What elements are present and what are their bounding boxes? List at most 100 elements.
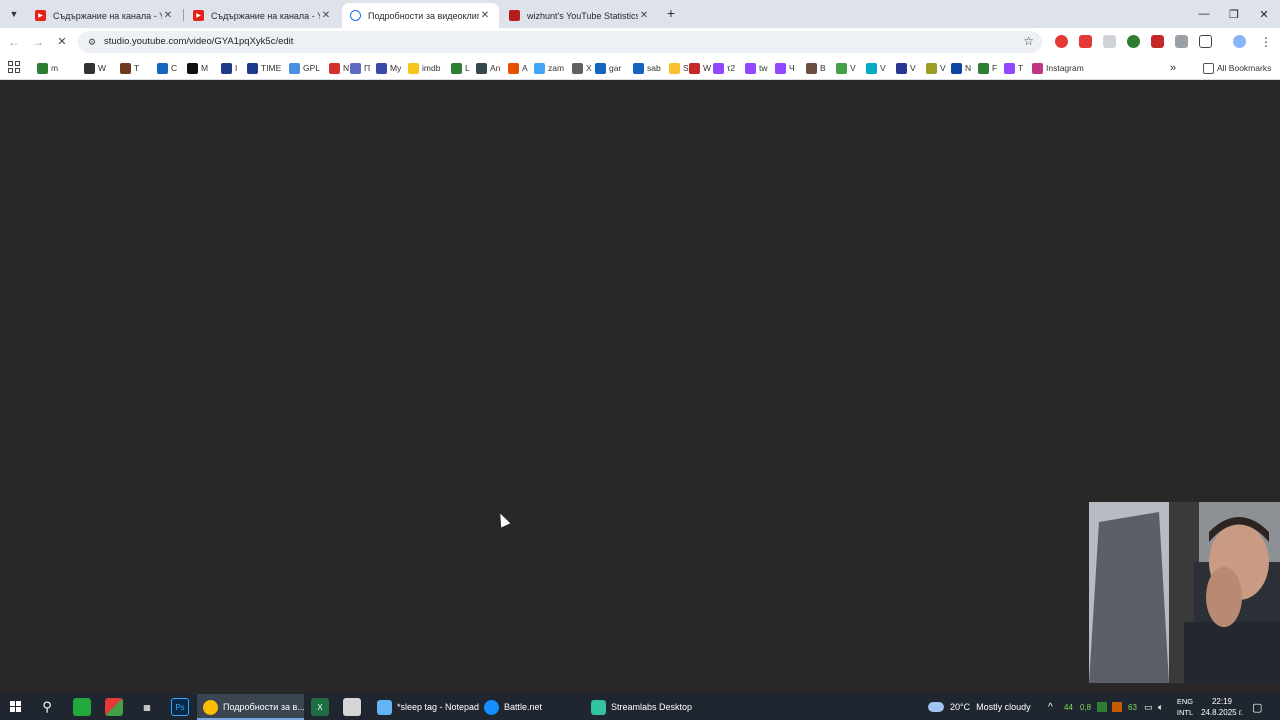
menu-kebab-icon[interactable]: ⋮	[1257, 33, 1275, 51]
bookmark-item[interactable]: X	[572, 60, 592, 76]
bookmark-item[interactable]: W	[689, 60, 711, 76]
tab-1[interactable]: ▶ Съдържание на канала - YouT ✕	[27, 3, 182, 28]
language-indicator[interactable]: ENG INTL	[1174, 696, 1196, 718]
weather-widget[interactable]: 20°C Mostly cloudy	[928, 694, 1031, 720]
extension-icon[interactable]	[1151, 35, 1164, 48]
bookmark-item[interactable]: imdb	[408, 60, 440, 76]
bookmark-item[interactable]: V	[926, 60, 946, 76]
bookmark-item[interactable]: N	[329, 60, 349, 76]
profile-avatar[interactable]	[1233, 35, 1246, 48]
taskbar-app-chrome[interactable]: Подробности за в...	[197, 694, 305, 720]
bookmarks-overflow-button[interactable]: »	[1170, 60, 1176, 76]
bookmark-item[interactable]: TIME	[247, 60, 281, 76]
url-text[interactable]: studio.youtube.com/video/GYA1pqXyk5c/edi…	[104, 36, 293, 47]
bookmark-item[interactable]: П	[350, 60, 370, 76]
bookmark-item[interactable]: N	[951, 60, 971, 76]
bookmark-item[interactable]: A	[508, 60, 528, 76]
taskbar-app-label: *sleep tag - Notepad	[397, 702, 480, 712]
bookmark-item[interactable]: GPL	[289, 60, 320, 76]
bookmark-label: X	[586, 63, 592, 73]
extension-icon[interactable]	[1127, 35, 1140, 48]
bookmark-label: N	[965, 63, 972, 73]
bookmark-label: B	[820, 63, 826, 73]
bookmark-item[interactable]: gar	[595, 60, 621, 76]
streamlabs-icon	[591, 699, 606, 715]
notifications-icon[interactable]: ▢	[1252, 694, 1262, 720]
extension-icon[interactable]	[1103, 35, 1116, 48]
notepad-plain-icon[interactable]	[343, 698, 361, 716]
bookmark-item[interactable]: Instagram	[1032, 60, 1084, 76]
close-tab-icon[interactable]: ✕	[320, 10, 332, 21]
bookmark-item[interactable]: Ч	[775, 60, 795, 76]
network-icon[interactable]: ▭	[1144, 694, 1153, 720]
volume-icon[interactable]: 🔈︎	[1158, 694, 1163, 720]
youtube-studio-icon: ▶	[35, 10, 46, 21]
bookmark-item[interactable]: An	[476, 60, 500, 76]
apps-grid-icon[interactable]	[8, 61, 20, 73]
bookmark-item[interactable]: τ2	[713, 60, 735, 76]
bookmark-item[interactable]: F	[978, 60, 997, 76]
bookmark-item[interactable]: V	[866, 60, 886, 76]
bookmark-item[interactable]: W	[84, 60, 106, 76]
bookmark-item[interactable]: m	[37, 60, 58, 76]
bookmark-item[interactable]: sab	[633, 60, 661, 76]
bookmark-item[interactable]: T	[1004, 60, 1023, 76]
gpu-monitor-icon[interactable]	[1097, 694, 1107, 720]
shield-icon[interactable]	[1175, 35, 1188, 48]
notepad-icon	[377, 699, 392, 715]
close-tab-icon[interactable]: ✕	[162, 10, 174, 21]
photoshop-app-icon[interactable]: Ps	[171, 698, 189, 716]
close-window-button[interactable]: ✕	[1248, 0, 1280, 28]
all-bookmarks-label: All Bookmarks	[1217, 63, 1272, 73]
excel-app-icon[interactable]: X	[311, 698, 329, 716]
cpu-monitor-icon[interactable]	[1112, 694, 1122, 720]
cs-app-icon[interactable]	[73, 698, 91, 716]
bookmark-item[interactable]: V	[836, 60, 856, 76]
weather-condition: Mostly cloudy	[976, 702, 1031, 712]
extensions-puzzle-icon[interactable]	[1199, 35, 1212, 48]
bookmark-item[interactable]: T	[120, 60, 139, 76]
opera-extension-icon[interactable]	[1055, 35, 1068, 48]
minimize-button[interactable]: —	[1188, 0, 1220, 28]
store-app-icon[interactable]	[105, 698, 123, 716]
taskbar-app-battlenet[interactable]: Battle.net	[478, 694, 580, 720]
back-button[interactable]: ←	[5, 33, 23, 51]
bookmark-item[interactable]: tw	[745, 60, 768, 76]
bookmark-item[interactable]: V	[896, 60, 916, 76]
bookmark-favicon-icon	[289, 62, 300, 74]
bookmark-item[interactable]: zam	[534, 60, 564, 76]
bookmark-item[interactable]: C	[157, 60, 177, 76]
close-tab-icon[interactable]: ✕	[479, 10, 491, 21]
taskbar-app-streamlabs[interactable]: Streamlabs Desktop	[585, 694, 692, 720]
tab-search-button[interactable]: ▼	[5, 5, 23, 23]
forward-button[interactable]: →	[29, 33, 47, 51]
search-icon[interactable]: ⚲	[38, 698, 56, 716]
tab-3-active[interactable]: Подробности за видеоклипа ✕	[342, 3, 499, 28]
clapper-app-icon[interactable]: ▦	[138, 698, 156, 716]
tab-4[interactable]: wizhunt's YouTube Statistics - S ✕	[501, 3, 658, 28]
bookmark-item[interactable]: My	[376, 60, 401, 76]
stop-loading-button[interactable]: ✕	[53, 33, 71, 51]
taskbar-app-notepad[interactable]: *sleep tag - Notepad	[371, 694, 480, 720]
show-hidden-icons-button[interactable]: ^	[1048, 694, 1053, 720]
bookmark-label: П	[364, 63, 371, 73]
loading-spinner-icon	[350, 10, 361, 21]
windows-start-icon[interactable]	[7, 698, 25, 716]
bookmark-item[interactable]: I	[221, 60, 237, 76]
all-bookmarks-button[interactable]: All Bookmarks	[1203, 60, 1271, 76]
bookmark-item[interactable]: B	[806, 60, 826, 76]
bookmark-star-icon[interactable]: ☆	[1023, 34, 1034, 48]
bookmark-item[interactable]: S	[669, 60, 689, 76]
bookmark-favicon-icon	[408, 62, 419, 74]
cloudy-weather-icon	[928, 702, 944, 712]
system-clock[interactable]: 22:19 24.8.2025 г.	[1198, 696, 1246, 718]
bookmark-item[interactable]: L	[451, 60, 470, 76]
tab-2[interactable]: ▶ Съдържание на канала - YouT ✕	[185, 3, 340, 28]
address-bar[interactable]: ⚙ studio.youtube.com/video/GYA1pqXyk5c/e…	[78, 31, 1042, 53]
restore-button[interactable]: ❐	[1218, 0, 1250, 28]
bookmark-item[interactable]: M	[187, 60, 208, 76]
site-info-icon[interactable]: ⚙	[85, 35, 99, 49]
adblock-extension-icon[interactable]	[1079, 35, 1092, 48]
new-tab-button[interactable]: +	[663, 5, 679, 21]
close-tab-icon[interactable]: ✕	[638, 10, 650, 21]
